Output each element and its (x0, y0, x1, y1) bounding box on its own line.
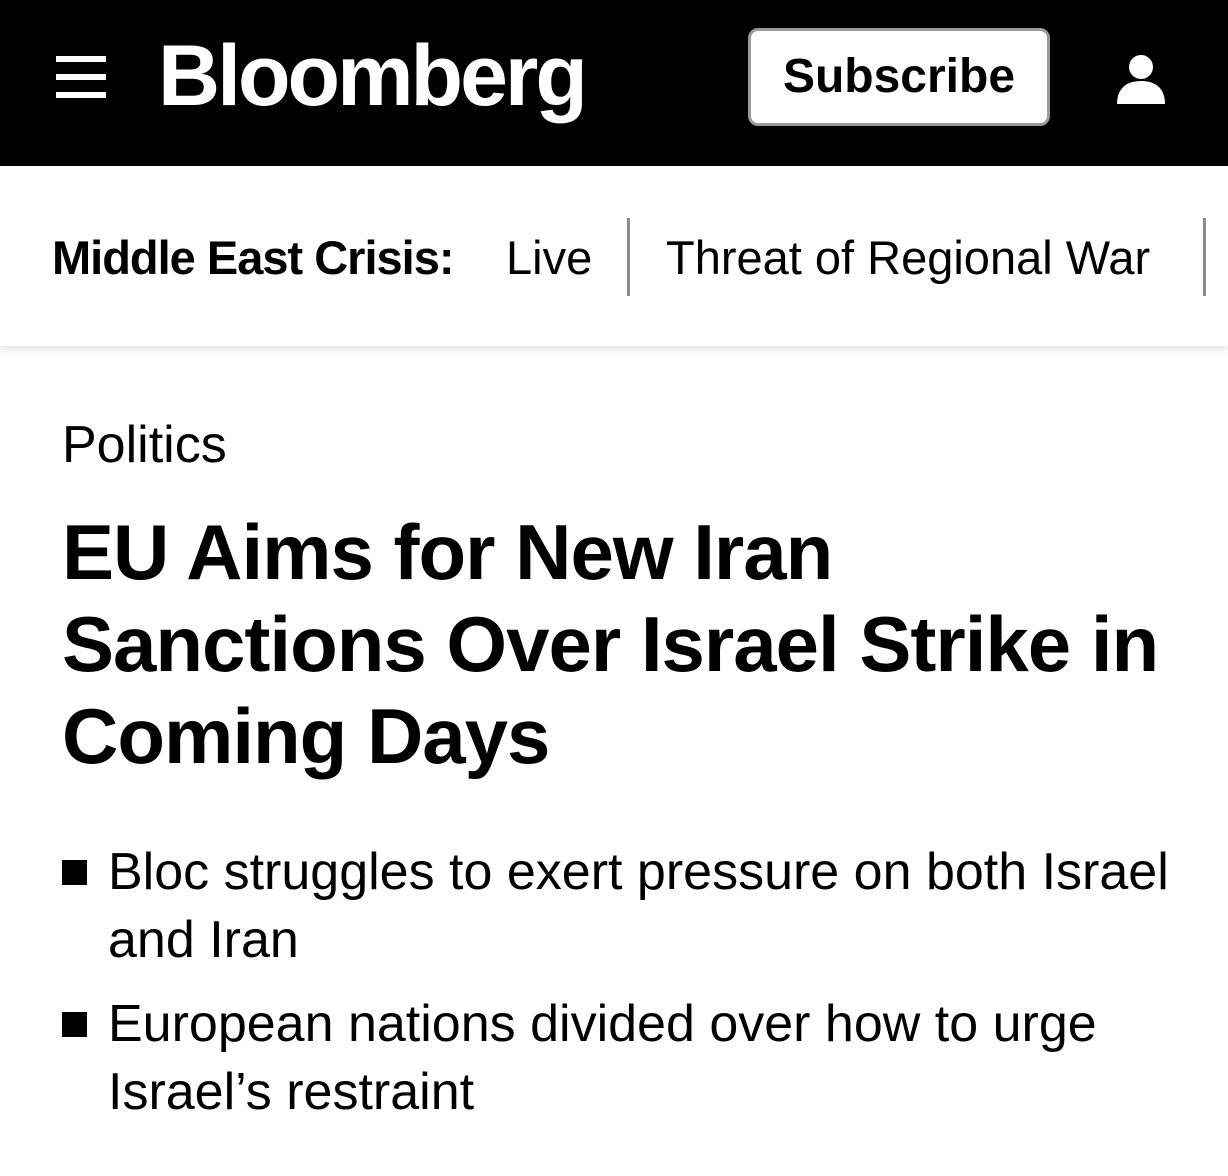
menu-line (56, 92, 106, 98)
hamburger-menu-icon[interactable] (56, 56, 106, 100)
summary-bullet: European nations divided over how to urg… (62, 990, 1202, 1126)
top-header-bar: Bloomberg Subscribe (0, 0, 1228, 166)
summary-bullet: Bloc struggles to exert pressure on both… (62, 838, 1202, 974)
bullet-square-icon (62, 1012, 87, 1037)
section-label-politics[interactable]: Politics (62, 414, 227, 476)
summary-bullet-text: European nations divided over how to urg… (108, 995, 1097, 1121)
menu-line (56, 74, 106, 80)
article-headline: EU Aims for New Iran Sanctions Over Isra… (62, 508, 1159, 780)
crisis-nav-bar: Middle East Crisis: Live Threat of Regio… (0, 166, 1228, 346)
menu-line (56, 56, 106, 62)
summary-bullet-text: Bloc struggles to exert pressure on both… (108, 843, 1169, 969)
crisis-link-live[interactable]: Live (506, 228, 592, 288)
bloomberg-logo[interactable]: Bloomberg (158, 26, 588, 136)
crisis-nav-label: Middle East Crisis: (52, 231, 454, 284)
crisis-link-regional-war[interactable]: Threat of Regional War (666, 228, 1150, 288)
nav-divider (627, 218, 630, 296)
article-summary-list: Bloc struggles to exert pressure on both… (62, 838, 1202, 1142)
subscribe-button[interactable]: Subscribe (748, 28, 1050, 126)
nav-divider (1203, 218, 1206, 296)
bullet-square-icon (62, 860, 87, 885)
user-account-icon[interactable] (1115, 54, 1167, 104)
